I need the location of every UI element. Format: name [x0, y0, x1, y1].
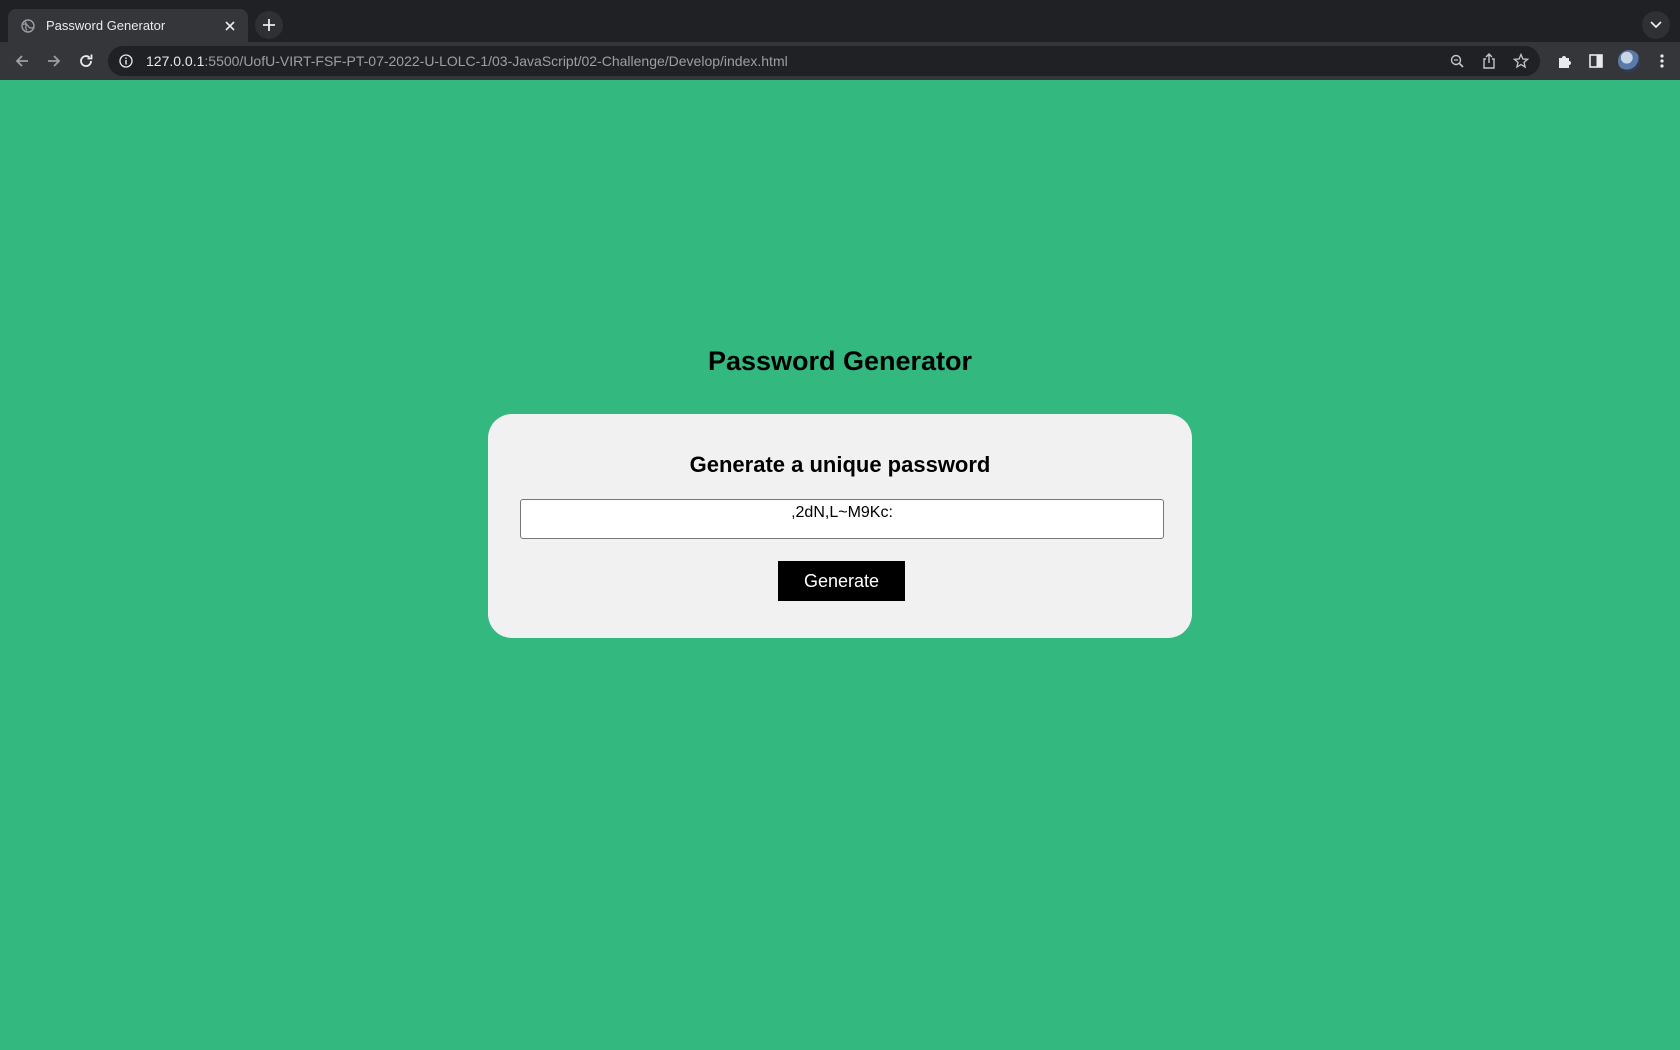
kebab-menu-icon[interactable]: [1652, 51, 1672, 71]
tab-title: Password Generator: [46, 18, 166, 33]
browser-toolbar: 127.0.0.1:5500/UofU-VIRT-FSF-PT-07-2022-…: [0, 42, 1680, 81]
card-heading: Generate a unique password: [689, 452, 991, 477]
page-title: Password Generator: [707, 346, 973, 376]
side-panel-icon[interactable]: [1586, 51, 1606, 71]
tab-strip: Password Generator: [0, 0, 1680, 42]
reload-icon[interactable]: [72, 47, 100, 75]
browser-tools: [1554, 47, 1672, 75]
plus-icon[interactable]: [255, 11, 283, 39]
info-icon[interactable]: [118, 53, 134, 69]
browser-tab[interactable]: Password Generator: [8, 9, 248, 42]
chevron-down-icon[interactable]: [1642, 11, 1670, 39]
generate-button[interactable]: Generate: [778, 561, 905, 601]
address-bar[interactable]: 127.0.0.1:5500/UofU-VIRT-FSF-PT-07-2022-…: [108, 46, 1540, 76]
password-card: Generate a unique password ,2dN,L~M9Kc: …: [488, 414, 1192, 638]
star-icon[interactable]: [1512, 52, 1530, 70]
address-bar-actions: [1448, 46, 1530, 76]
close-icon[interactable]: [220, 16, 240, 36]
share-icon[interactable]: [1480, 52, 1498, 70]
profile-avatar[interactable]: [1618, 50, 1640, 72]
url-host: 127.0.0.1: [146, 53, 205, 69]
browser-chrome: Password Generator 127.0.0.1:5500/UofU-V…: [0, 0, 1680, 81]
password-output[interactable]: ,2dN,L~M9Kc:: [520, 499, 1164, 539]
back-arrow-icon[interactable]: [8, 47, 36, 75]
globe-icon: [20, 18, 36, 34]
zoom-icon[interactable]: [1448, 52, 1466, 70]
url-text: 127.0.0.1:5500/UofU-VIRT-FSF-PT-07-2022-…: [146, 53, 788, 69]
url-path: :5500/UofU-VIRT-FSF-PT-07-2022-U-LOLC-1/…: [204, 53, 788, 69]
puzzle-icon[interactable]: [1554, 51, 1574, 71]
forward-arrow-icon[interactable]: [40, 47, 68, 75]
page-content: Password Generator Generate a unique pas…: [0, 80, 1680, 1050]
